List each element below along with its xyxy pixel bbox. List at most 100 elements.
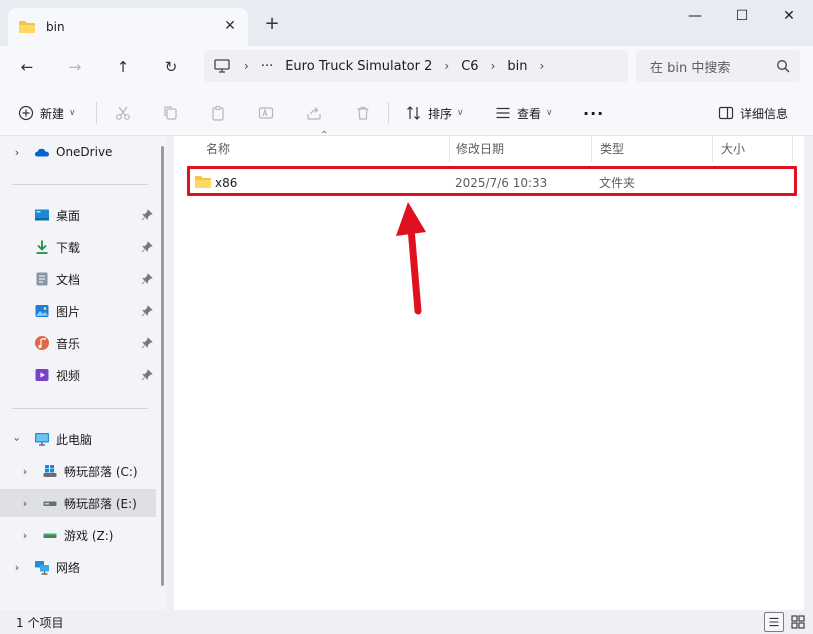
details-label: 详细信息 (740, 106, 789, 121)
search-box[interactable]: 在 bin 中搜索 (636, 50, 800, 82)
more-options-button[interactable]: ··· (583, 102, 604, 124)
sidebar-item-videos[interactable]: 视频 (0, 361, 156, 389)
sidebar-item-downloads[interactable]: 下载 (0, 233, 156, 261)
tab-title: bin (46, 20, 65, 34)
view-label: 查看 (517, 106, 542, 121)
sort-icon (407, 106, 420, 120)
chevron-right-icon[interactable]: › (11, 146, 23, 159)
details-view-icon[interactable] (764, 612, 784, 632)
breadcrumb-separator[interactable]: › (444, 59, 449, 73)
breadcrumb-c6[interactable]: C6 (461, 59, 478, 74)
sidebar-scrollbar[interactable] (161, 146, 164, 586)
paste-icon[interactable] (210, 105, 226, 121)
sidebar-item-documents[interactable]: 文档 (0, 265, 156, 293)
sidebar-item-pictures[interactable]: 图片 (0, 297, 156, 325)
chevron-right-icon[interactable]: › (11, 561, 23, 574)
sidebar-item-label: 此电脑 (56, 432, 93, 447)
divider (12, 408, 148, 409)
picture-icon (35, 305, 49, 317)
sidebar-item-label: 音乐 (56, 336, 81, 351)
column-header-name[interactable]: 名称 (198, 136, 450, 162)
network-icon (35, 561, 49, 575)
breadcrumb-separator[interactable]: › (539, 59, 544, 73)
sidebar-item-label: 畅玩部落 (E:) (64, 496, 137, 511)
sidebar-item-label: 视频 (56, 368, 81, 383)
close-window-button[interactable]: ✕ (766, 6, 812, 26)
cut-icon[interactable] (115, 105, 131, 121)
pin-icon[interactable] (141, 241, 153, 253)
navigation-pane: › OneDrive 桌面 下载 文档 图片 音乐 视频 › 此电脑 › 畅玩部… (0, 136, 166, 610)
sidebar-item-desktop[interactable]: 桌面 (0, 201, 156, 229)
chevron-down-icon: ∨ (546, 108, 553, 118)
red-arrow-annotation (396, 202, 426, 315)
tab-close-icon[interactable]: ✕ (222, 18, 238, 34)
new-button[interactable]: 新建 ∨ (18, 102, 76, 124)
sidebar-item-onedrive[interactable]: › OneDrive (0, 138, 156, 166)
pin-icon[interactable] (141, 305, 153, 317)
delete-icon[interactable] (355, 105, 371, 121)
tab-bin[interactable]: bin ✕ (8, 8, 248, 46)
sidebar-item-this-pc[interactable]: › 此电脑 (0, 425, 156, 453)
content-scrollbar[interactable] (805, 136, 813, 610)
sidebar-item-label: 文档 (56, 272, 81, 287)
up-button[interactable]: ↑ (110, 54, 136, 80)
sidebar-item-drive-c[interactable]: › 畅玩部落 (C:) (0, 457, 156, 485)
sidebar-item-label: 游戏 (Z:) (64, 528, 114, 543)
details-pane-button[interactable]: 详细信息 (718, 102, 788, 124)
onedrive-cloud-icon (34, 148, 49, 157)
minimize-button[interactable]: — (672, 6, 718, 26)
chevron-right-icon[interactable]: › (19, 497, 31, 510)
system-drive-icon (43, 465, 57, 477)
desktop-icon (35, 209, 49, 221)
pin-icon[interactable] (141, 209, 153, 221)
folder-icon (19, 21, 35, 33)
address-toolbar: ← → ↑ ↻ › ··· Euro Truck Simulator 2 › C… (0, 46, 813, 88)
sidebar-item-drive-e[interactable]: › 畅玩部落 (E:) (0, 489, 156, 517)
breadcrumb-separator: › (244, 59, 249, 73)
column-header-type[interactable]: 类型 (592, 136, 713, 162)
tiles-view-icon[interactable] (788, 612, 808, 632)
search-input[interactable]: 在 bin 中搜索 (650, 57, 776, 76)
breadcrumb-bin[interactable]: bin (507, 59, 527, 74)
column-header-size[interactable]: 大小 (713, 136, 793, 162)
rename-icon[interactable] (258, 105, 274, 121)
chevron-down-icon: ∨ (457, 108, 464, 118)
sidebar-item-drive-z[interactable]: › 游戏 (Z:) (0, 521, 156, 549)
command-bar: 新建 ∨ 排序 ∨ 查看 ∨ ··· 详细信息 (0, 88, 813, 136)
chevron-right-icon[interactable]: › (19, 529, 31, 542)
maximize-button[interactable]: ☐ (719, 6, 765, 26)
plus-circle-icon (18, 105, 34, 121)
column-header-date[interactable]: 修改日期 (448, 136, 592, 162)
sidebar-item-music[interactable]: 音乐 (0, 329, 156, 357)
sidebar-item-label: 下载 (56, 240, 81, 255)
pin-icon[interactable] (141, 369, 153, 381)
new-label: 新建 (40, 106, 65, 121)
drive-icon (43, 533, 57, 538)
new-tab-button[interactable]: + (262, 14, 282, 34)
download-icon (36, 240, 48, 254)
document-icon (36, 272, 48, 286)
pin-icon[interactable] (141, 273, 153, 285)
refresh-button[interactable]: ↻ (158, 54, 184, 80)
sidebar-item-network[interactable]: › 网络 (0, 553, 156, 581)
details-pane-icon (718, 106, 734, 120)
drive-icon (43, 501, 57, 506)
address-bar[interactable]: › ··· Euro Truck Simulator 2 › C6 › bin … (204, 50, 628, 82)
forward-button[interactable]: → (62, 54, 88, 80)
view-button[interactable]: 查看 ∨ (495, 102, 553, 124)
view-list-icon (496, 107, 510, 119)
sort-button[interactable]: 排序 ∨ (406, 102, 464, 124)
chevron-right-icon[interactable]: › (19, 465, 31, 478)
highlight-box (187, 166, 797, 196)
divider (96, 102, 97, 124)
sidebar-item-label: 畅玩部落 (C:) (64, 464, 138, 479)
search-icon (777, 60, 790, 73)
breadcrumb-euro-truck[interactable]: Euro Truck Simulator 2 (285, 59, 432, 74)
back-button[interactable]: ← (14, 54, 40, 80)
chevron-down-icon[interactable]: › (11, 433, 24, 445)
share-icon[interactable] (306, 105, 322, 121)
pin-icon[interactable] (141, 337, 153, 349)
breadcrumb-overflow[interactable]: ··· (261, 59, 273, 74)
copy-icon[interactable] (162, 105, 178, 121)
breadcrumb-separator[interactable]: › (491, 59, 496, 73)
